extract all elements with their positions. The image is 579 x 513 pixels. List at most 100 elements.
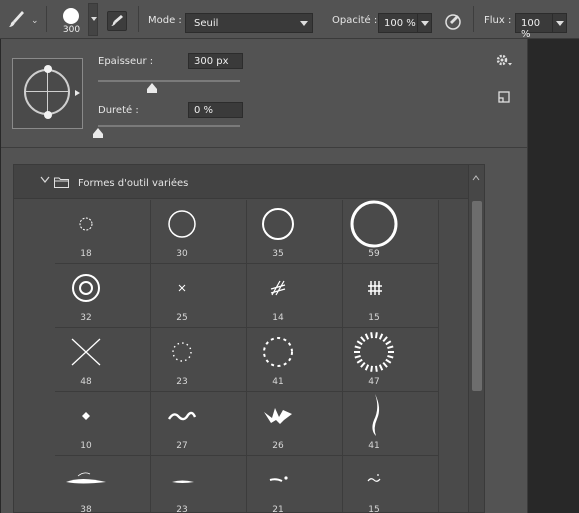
brush-size-label: 25 <box>176 313 188 323</box>
brush-preset-tile[interactable]: 21 <box>247 456 343 513</box>
brush-preset-tile[interactable]: 47 <box>343 328 439 392</box>
hardness-label: Dureté : <box>98 105 139 116</box>
brush-tip-squiggle-icon <box>167 411 197 421</box>
brush-preset-tile[interactable]: 25 <box>151 264 247 328</box>
brush-size-label: 47 <box>368 377 380 387</box>
options-bar: ⌄ 300 Mode : Seuil Opacité : 100 % Flux … <box>0 0 579 40</box>
brush-preset-tile[interactable]: 15 <box>343 456 439 512</box>
mode-select[interactable]: Seuil <box>185 13 313 33</box>
brush-tip-diamond-icon <box>82 412 90 420</box>
brush-tip-dash-dot-icon <box>269 476 288 482</box>
opacity-field[interactable]: 100 % <box>378 13 418 33</box>
brush-preset-tile[interactable]: 32 <box>55 264 151 328</box>
brush-tip-dotted-ring-icon <box>172 342 192 362</box>
brush-preset-tile[interactable]: 30 <box>151 200 247 264</box>
brush-tip-ring-large-icon <box>262 208 294 240</box>
mode-label: Mode : <box>148 15 182 26</box>
brush-size-readout: 300 <box>62 25 81 35</box>
brush-tip-double-ring-icon <box>72 274 100 302</box>
folder-icon <box>54 177 69 188</box>
brush-size-label: 21 <box>272 505 284 513</box>
brush-preset-dropdown[interactable] <box>88 3 98 36</box>
brush-tool-icon[interactable] <box>5 9 29 31</box>
size-slider-track[interactable] <box>98 80 240 82</box>
brush-size-label: 41 <box>368 441 380 451</box>
brush-tip-dashed-ring-icon <box>263 337 293 367</box>
hardness-field[interactable]: 0 % <box>188 102 243 118</box>
brush-preset-tile[interactable]: 10 <box>55 392 151 456</box>
flow-label: Flux : <box>484 15 512 26</box>
gear-icon[interactable] <box>496 54 514 68</box>
hardness-value: 0 % <box>194 105 214 116</box>
brush-tip-calligraphy-stroke-icon <box>372 394 380 436</box>
brush-preset-tile[interactable]: 27 <box>151 392 247 456</box>
brush-size-label: 32 <box>80 313 92 323</box>
size-field[interactable]: 300 px <box>188 53 243 69</box>
brush-size-label: 41 <box>272 377 284 387</box>
separator <box>46 6 47 32</box>
brush-preset-tile[interactable]: 59 <box>343 200 439 264</box>
brush-tip-large-x-icon <box>71 338 101 366</box>
brush-tip-tapered-stroke-icon <box>66 472 106 484</box>
brush-tip-ring-medium-icon <box>168 210 196 238</box>
brush-preset-tile[interactable]: 35 <box>247 200 343 264</box>
brush-size-label: 14 <box>272 313 284 323</box>
roundness-handle-top[interactable] <box>44 65 52 73</box>
brush-preset-picker[interactable]: 300 <box>54 3 98 36</box>
brush-preset-tile[interactable]: 48 <box>55 328 151 392</box>
brush-preset-tile[interactable]: 14 <box>247 264 343 328</box>
brush-preset-tile[interactable]: 41 <box>247 328 343 392</box>
flow-field[interactable]: 100 % <box>515 13 553 40</box>
brush-size-label: 59 <box>368 249 380 259</box>
brush-preset-tile[interactable]: 41 <box>343 392 439 456</box>
brush-preset-tile[interactable]: 23 <box>151 328 247 392</box>
brush-tip-small-squiggle-icon <box>367 474 381 482</box>
pressure-opacity-icon[interactable] <box>443 12 463 32</box>
brush-size-label: 15 <box>368 313 380 323</box>
flow-value: 100 % <box>521 18 541 40</box>
toggle-brush-settings-icon[interactable] <box>107 11 127 31</box>
brush-size-label: 27 <box>176 441 188 451</box>
brush-size-label: 23 <box>176 377 188 387</box>
brush-tip-hatch-marks-icon <box>270 280 286 296</box>
brush-preset-tile[interactable]: 26 <box>247 392 343 456</box>
brush-preset-panel: Epaisseur : 300 px Dureté : 0 % Formes d… <box>1 39 528 513</box>
brush-preset-tile[interactable]: 38 <box>55 456 151 513</box>
new-preset-icon[interactable] <box>497 90 511 104</box>
tool-preset-chevron-icon[interactable]: ⌄ <box>31 16 39 26</box>
brush-size-label: 23 <box>176 505 188 513</box>
scroll-up-icon[interactable] <box>472 175 480 181</box>
brush-tip-grid-marks-icon <box>368 281 382 295</box>
angle-arrow-icon[interactable] <box>75 90 80 96</box>
brush-tip-splat-icon <box>264 408 292 424</box>
scroll-thumb[interactable] <box>472 201 482 391</box>
brush-preset-tile[interactable]: 18 <box>55 200 151 264</box>
chevron-down-icon[interactable] <box>40 176 50 184</box>
brush-tip-small-cross-icon <box>178 284 186 292</box>
brush-preset-list: Formes d'outil variées 18 30 35 59 32 25 14 15 4… <box>13 164 485 513</box>
brush-group-header[interactable]: Formes d'outil variées <box>14 165 469 199</box>
roundness-handle-bottom[interactable] <box>44 111 52 119</box>
brush-list-scrollbar[interactable] <box>468 165 484 512</box>
mode-value: Seuil <box>194 18 219 29</box>
flow-slider-toggle[interactable] <box>552 13 567 33</box>
brush-size-label: 26 <box>272 441 284 451</box>
brush-size-label: 35 <box>272 249 284 259</box>
brush-size-label: 48 <box>80 377 92 387</box>
size-slider-thumb[interactable] <box>146 83 157 93</box>
size-value: 300 px <box>194 56 229 67</box>
brush-group-name: Formes d'outil variées <box>78 178 189 189</box>
brush-preset-tile[interactable]: 23 <box>151 456 247 513</box>
brush-size-label: 10 <box>80 441 92 451</box>
angle-axis-vertical <box>47 69 48 115</box>
size-label: Epaisseur : <box>98 56 154 67</box>
brush-size-label: 18 <box>80 249 92 259</box>
brush-preset-tile[interactable]: 15 <box>343 264 439 328</box>
hardness-slider-thumb[interactable] <box>93 128 103 138</box>
brush-angle-preview[interactable] <box>12 58 83 129</box>
hardness-slider-track[interactable] <box>98 125 240 127</box>
opacity-slider-toggle[interactable] <box>417 13 432 33</box>
brush-size-label: 30 <box>176 249 188 259</box>
brush-tip-preview <box>63 8 79 24</box>
brush-size-label: 38 <box>80 505 92 513</box>
